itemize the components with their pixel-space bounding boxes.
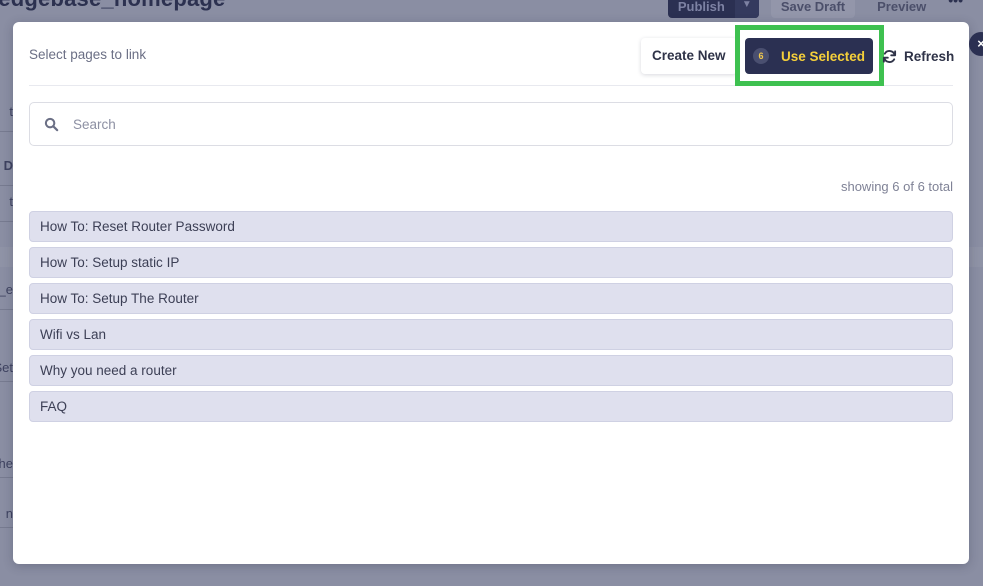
publish-label: Publish xyxy=(677,0,725,14)
search-input[interactable] xyxy=(73,116,933,132)
background-row: Set xyxy=(0,348,13,382)
background-row: n xyxy=(0,494,13,528)
link-pages-modal: × Select pages to link Create New 6 Use … xyxy=(13,22,983,564)
search-icon xyxy=(44,117,59,131)
list-item[interactable]: Wifi vs Lan xyxy=(29,319,953,350)
use-selected-label: Use Selected xyxy=(781,48,866,64)
list-item[interactable]: How To: Reset Router Password xyxy=(29,211,953,242)
refresh-icon xyxy=(882,49,897,63)
publish-button: Publish ▼ xyxy=(667,0,759,18)
background-page-title: ledgebase_homepage xyxy=(0,0,225,12)
background-row: t xyxy=(0,92,13,132)
selected-count-badge: 6 xyxy=(753,48,769,64)
list-item[interactable]: FAQ xyxy=(29,391,953,422)
background-sidebar: t D t e_ Set he n xyxy=(0,90,13,530)
create-new-button[interactable]: Create New xyxy=(641,38,737,74)
background-row: D xyxy=(0,150,13,186)
modal-header: Select pages to link Create New 6 Use Se… xyxy=(29,22,954,86)
chevron-down-icon: ▼ xyxy=(734,0,759,18)
results-count: showing 6 of 6 total xyxy=(840,179,953,194)
save-draft-button: Save Draft xyxy=(770,0,856,18)
background-row: he xyxy=(0,444,13,478)
refresh-button[interactable]: Refresh xyxy=(882,38,954,74)
use-selected-button[interactable]: 6 Use Selected xyxy=(745,38,873,74)
background-row: e_ xyxy=(0,280,13,310)
more-icon: ••• xyxy=(948,0,963,8)
preview-button: Preview xyxy=(877,0,927,14)
list-item[interactable]: How To: Setup The Router xyxy=(29,283,953,314)
list-item[interactable]: Why you need a router xyxy=(29,355,953,386)
refresh-label: Refresh xyxy=(904,48,955,64)
modal-title: Select pages to link xyxy=(29,47,147,62)
list-item[interactable]: How To: Setup static IP xyxy=(29,247,953,278)
pages-list: How To: Reset Router Password How To: Se… xyxy=(29,211,953,427)
background-actions: Publish ▼ Save Draft Preview ••• xyxy=(667,0,963,18)
search-field[interactable] xyxy=(29,102,953,146)
background-row: t xyxy=(0,186,13,222)
